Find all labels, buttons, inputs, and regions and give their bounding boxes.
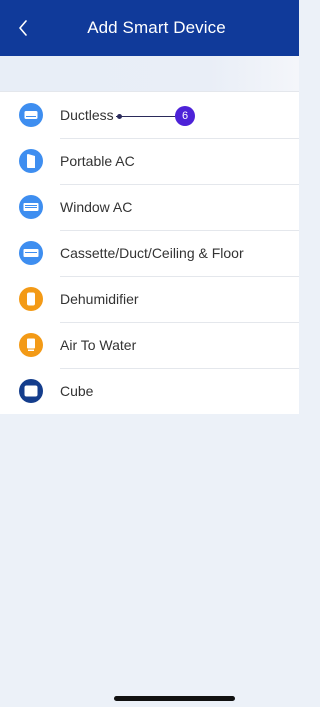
air-to-water-icon (19, 333, 43, 357)
annotation-pointer (117, 114, 122, 119)
device-item-window-ac[interactable]: Window AC (0, 184, 299, 230)
device-item-label: Window AC (60, 199, 133, 215)
device-item-label: Portable AC (60, 153, 135, 169)
page-title: Add Smart Device (87, 18, 226, 37)
device-item-ductless[interactable]: Ductless (0, 91, 299, 138)
section-spacer (0, 56, 299, 91)
device-item-cassette[interactable]: Cassette/Duct/Ceiling & Floor (0, 230, 299, 276)
cube-icon (19, 379, 43, 403)
device-item-dehumidifier[interactable]: Dehumidifier (0, 276, 299, 322)
annotation-badge: 6 (175, 106, 195, 126)
device-item-cube[interactable]: Cube (0, 368, 299, 414)
dehumidifier-icon (19, 287, 43, 311)
window-ac-icon (19, 195, 43, 219)
device-item-label: Air To Water (60, 337, 137, 353)
device-item-label: Cube (60, 383, 94, 399)
app-header: Add Smart Device (0, 0, 299, 56)
ductless-unit-icon (19, 103, 43, 127)
device-item-label: Cassette/Duct/Ceiling & Floor (60, 245, 244, 261)
cassette-unit-icon (19, 241, 43, 265)
device-type-list: Ductless Portable AC Window AC Cassette/… (0, 91, 299, 414)
annotation-line (116, 116, 176, 117)
device-item-portable-ac[interactable]: Portable AC (0, 138, 299, 184)
portable-ac-icon (19, 149, 43, 173)
home-indicator[interactable] (114, 696, 235, 701)
device-item-label: Dehumidifier (60, 291, 139, 307)
device-item-air-to-water[interactable]: Air To Water (0, 322, 299, 368)
device-item-label: Ductless (60, 107, 114, 123)
